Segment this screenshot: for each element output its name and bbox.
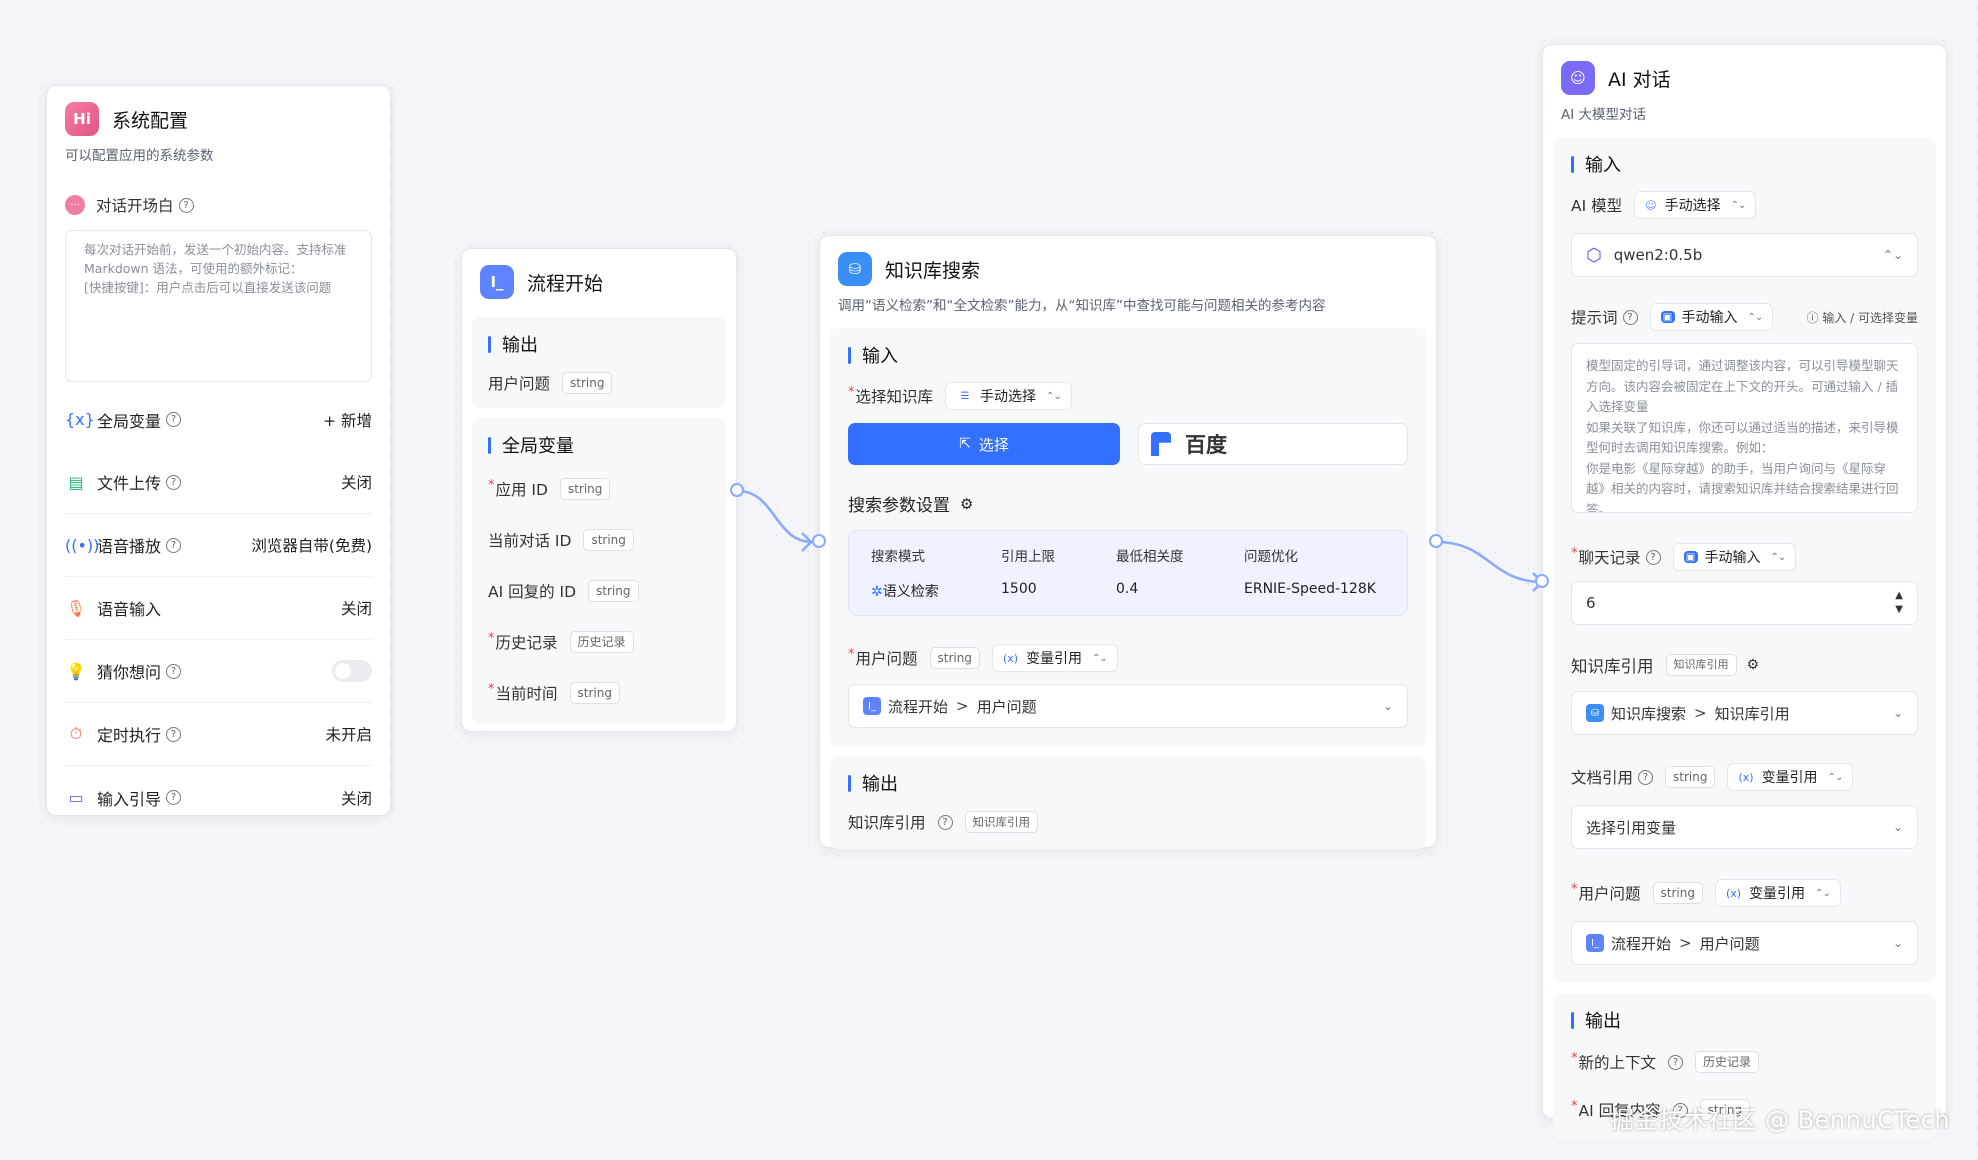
system-config-node[interactable]: Hi 系统配置 可以配置应用的系统参数 ··· 对话开场白 ? 每次对话开始前，… bbox=[46, 85, 391, 816]
start-global-section: 全局变量 * 应用 ID string 当前对话 ID string AI 回复的 I… bbox=[472, 418, 726, 724]
history-stepper[interactable]: 6 ▲ ▼ bbox=[1571, 581, 1918, 625]
braces-icon: {x} bbox=[65, 410, 95, 429]
sys-row-input-guide[interactable]: ▭ 输入引导? 关闭 bbox=[65, 766, 372, 829]
kb-input-section: 输入 * 选择知识库 ☰ 手动选择 ⌃⌄ ⇱ 选择 百度 搜索参数设置 ⚙ 搜索模式 引用上… bbox=[830, 328, 1426, 746]
help-icon[interactable]: ? bbox=[166, 537, 182, 553]
flow-start-node[interactable]: I_ 流程开始 输出 用户问题 string 全局变量 * 应用 ID string … bbox=[461, 248, 737, 732]
kb-source-handle[interactable] bbox=[1429, 534, 1443, 548]
info-icon: ⓘ bbox=[1806, 310, 1823, 325]
help-icon[interactable]: ? bbox=[1645, 549, 1661, 565]
help-icon[interactable]: ? bbox=[166, 663, 182, 679]
kb-search-node[interactable]: ⛁ 知识库搜索 调用“语义检索”和“全文检索”能力，从“知识库”中查找可能与问题… bbox=[819, 235, 1437, 849]
sys-row-global-vars[interactable]: {x} 全局变量? + 新增 bbox=[65, 388, 372, 451]
semantic-search-icon: ✲ bbox=[871, 584, 883, 600]
prompt-mode-select[interactable]: ▣ 手动输入 ⌃⌄ bbox=[1649, 303, 1774, 331]
search-params-row[interactable]: 搜索参数设置 ⚙ bbox=[848, 491, 1408, 517]
help-icon[interactable]: ? bbox=[166, 790, 182, 805]
prompt-textarea[interactable]: 模型固定的引导词，通过调整该内容，可以引导模型聊天方向。该内容会被固定在上下文的… bbox=[1571, 343, 1918, 513]
ai-input-section: 输入 AI 模型 ☺ 手动选择 ⌃⌄ ⬡ qwen2:0.5b ⌃⌄ 提示词? ▣ 手动输… bbox=[1553, 137, 1936, 983]
node-desc: 可以配置应用的系统参数 bbox=[65, 148, 214, 164]
cursor-icon: ⇱ bbox=[959, 436, 971, 452]
kb-output-section: 输出 知识库引用? 知识库引用 bbox=[830, 756, 1426, 849]
flow-start-icon: I_ bbox=[480, 265, 514, 299]
help-icon[interactable]: ? bbox=[1622, 309, 1638, 325]
chevron-down-icon: ⌄ bbox=[1382, 699, 1393, 713]
help-icon[interactable]: ? bbox=[1668, 1054, 1684, 1070]
chat-bubble-icon: ··· bbox=[65, 195, 85, 215]
model-mode-select[interactable]: ☺ 手动选择 ⌃⌄ bbox=[1634, 191, 1757, 219]
uq-ref-mode-select[interactable]: (x) 变量引用 ⌃⌄ bbox=[991, 644, 1118, 672]
ai-target-handle[interactable] bbox=[1535, 574, 1549, 588]
sys-row-suggest[interactable]: 💡 猜你想问? bbox=[65, 640, 372, 703]
opening-label: 对话开场白 bbox=[96, 197, 174, 215]
gear-icon[interactable]: ⚙ bbox=[960, 495, 973, 513]
uq-mode-select[interactable]: (x) 变量引用 ⌃⌄ bbox=[1714, 879, 1841, 907]
kb-ref-select[interactable]: ⛁ 知识库搜索 > 知识库引用 ⌄ bbox=[1571, 691, 1918, 735]
lightbulb-icon: 💡 bbox=[66, 661, 86, 681]
uq-ref-select[interactable]: I_ 流程开始 > 用户问题 ⌄ bbox=[848, 684, 1408, 728]
sys-row-tts[interactable]: ((•)) 语音播放? 浏览器自带(免费) bbox=[65, 514, 372, 577]
history-mode-select[interactable]: ▣ 手动输入 ⌃⌄ bbox=[1672, 543, 1797, 571]
sys-row-file-upload[interactable]: ▤ 文件上传? 关闭 bbox=[65, 451, 372, 514]
sys-row-scheduled[interactable]: ⏱ 定时执行? 未开启 bbox=[65, 703, 372, 766]
start-output-section: 输出 用户问题 string bbox=[472, 317, 726, 408]
edge-kb-to-ai bbox=[1435, 540, 1544, 584]
help-icon[interactable]: ? bbox=[1638, 769, 1654, 785]
timer-icon: ⏱ bbox=[69, 724, 83, 743]
add-global-var-button[interactable]: + 新增 bbox=[323, 409, 372, 431]
start-source-handle[interactable] bbox=[730, 483, 744, 497]
ai-chat-node[interactable]: ☺ AI 对话 AI 大模型对话 输入 AI 模型 ☺ 手动选择 ⌃⌄ ⬡ qwen2… bbox=[1542, 44, 1947, 1137]
qwen-logo-icon: ⬡ bbox=[1586, 244, 1602, 266]
doc-ref-select[interactable]: 选择引用变量 ⌄ bbox=[1571, 805, 1918, 849]
kb-mode-select[interactable]: ☰ 手动选择 ⌃⌄ bbox=[945, 382, 1072, 410]
baidu-logo-icon bbox=[1151, 432, 1171, 456]
kb-chip-baidu[interactable]: 百度 bbox=[1138, 423, 1408, 465]
help-icon[interactable]: ? bbox=[166, 474, 182, 490]
model-select[interactable]: ⬡ qwen2:0.5b ⌃⌄ bbox=[1571, 233, 1918, 277]
uq-select[interactable]: I_ 流程开始 > 用户问题 ⌄ bbox=[1571, 921, 1918, 965]
choose-kb-button[interactable]: ⇱ 选择 bbox=[848, 423, 1120, 465]
keyboard-icon: ▭ bbox=[68, 788, 84, 807]
file-icon: ▤ bbox=[68, 472, 84, 492]
suggest-toggle[interactable] bbox=[332, 660, 372, 682]
stepper-arrows-icon: ▲ ▼ bbox=[1895, 590, 1903, 615]
database-icon: ⛁ bbox=[838, 252, 872, 286]
opening-textarea[interactable]: 每次对话开始前，发送一个初始内容。支持标准 Markdown 语法，可使用的额外… bbox=[65, 230, 372, 382]
prompt-hint: ⓘ 输入 / 可选择变量 bbox=[1806, 310, 1918, 325]
doc-ref-mode-select[interactable]: (x) 变量引用 ⌃⌄ bbox=[1727, 763, 1854, 791]
system-config-icon: Hi bbox=[65, 102, 99, 136]
help-icon[interactable]: ? bbox=[166, 726, 182, 742]
sys-row-voice-input[interactable]: 🎙 语音输入 关闭 bbox=[65, 577, 372, 640]
robot-icon: ☺ bbox=[1561, 61, 1595, 95]
watermark: 掘金技术社区 @ BennuCTech bbox=[1610, 1106, 1951, 1134]
kb-target-handle[interactable] bbox=[812, 534, 826, 548]
broadcast-icon: ((•)) bbox=[65, 535, 100, 555]
help-icon[interactable]: ? bbox=[178, 197, 194, 213]
search-params-table[interactable]: 搜索模式 引用上限 最低相关度 问题优化 ✲语义检索 1500 0.4 ERNIE-Spee… bbox=[848, 530, 1408, 616]
microphone-icon: 🎙 bbox=[65, 598, 87, 618]
help-icon[interactable]: ? bbox=[166, 412, 182, 427]
opening-row: ··· 对话开场白 ? bbox=[47, 164, 390, 216]
edge-start-to-kb bbox=[737, 489, 813, 544]
help-icon[interactable]: ? bbox=[937, 814, 953, 830]
node-title: 系统配置 bbox=[112, 109, 189, 132]
gear-icon[interactable]: ⚙ bbox=[1747, 657, 1760, 673]
